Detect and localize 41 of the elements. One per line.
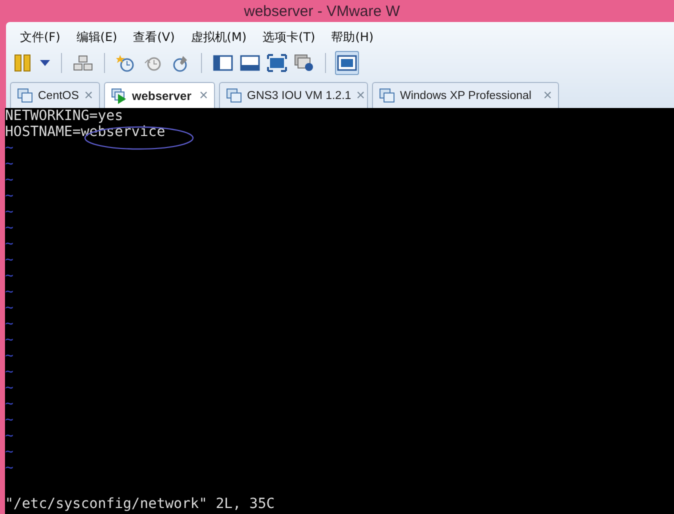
menu-item[interactable]: 编辑(E) <box>68 28 126 46</box>
empty-line-marker: ~ <box>5 444 14 460</box>
menu-item[interactable]: 文件(F) <box>12 28 68 46</box>
empty-line-marker: ~ <box>5 268 14 284</box>
menu-item[interactable]: 虚拟机(M) <box>182 28 255 46</box>
vm-tab[interactable]: CentOS × <box>10 82 100 108</box>
empty-line-marker: ~ <box>5 316 14 332</box>
empty-line-marker: ~ <box>5 300 14 316</box>
empty-line-marker: ~ <box>5 188 14 204</box>
empty-line-marker: ~ <box>5 348 14 364</box>
empty-line-marker: ~ <box>5 236 14 252</box>
config-line: NETWORKING=yes <box>5 108 124 124</box>
console-toolbar-icon[interactable] <box>335 51 359 75</box>
empty-line-marker: ~ <box>5 364 14 380</box>
tab-label: Windows XP Professional <box>400 90 532 102</box>
close-tab-button[interactable]: × <box>199 87 208 104</box>
empty-line-marker: ~ <box>5 204 14 220</box>
empty-line-marker: ~ <box>5 252 14 268</box>
tab-label: CentOS <box>38 90 80 102</box>
menu-item[interactable]: 帮助(H) <box>323 28 382 46</box>
tab-label: webserver <box>132 88 192 102</box>
vm-tab[interactable]: GNS3 IOU VM 1.2.1 × <box>219 82 368 108</box>
empty-line-marker: ~ <box>5 396 14 412</box>
menu-item[interactable]: 选项卡(T) <box>254 28 324 46</box>
empty-line-marker: ~ <box>5 172 14 188</box>
empty-line-marker: ~ <box>5 412 14 428</box>
empty-line-marker: ~ <box>5 140 14 156</box>
empty-line-marker: ~ <box>5 460 14 476</box>
empty-line-marker: ~ <box>5 284 14 300</box>
menu-item[interactable]: 查看(V) <box>125 28 183 46</box>
vm-tab[interactable]: Windows XP Professional × <box>372 82 559 108</box>
window-title: webserver - VMware W <box>244 2 400 20</box>
vm-tab[interactable]: webserver × <box>104 82 215 108</box>
empty-line-marker: ~ <box>5 380 14 396</box>
tab-label: GNS3 IOU VM 1.2.1 <box>247 90 352 102</box>
fullscreen-toolbar-icon[interactable] <box>265 51 289 75</box>
status-message: "/etc/sysconfig/network" 2L, 35C <box>5 496 275 512</box>
empty-line-marker: ~ <box>5 156 14 172</box>
empty-line-marker: ~ <box>5 428 14 444</box>
empty-line-marker: ~ <box>5 220 14 236</box>
empty-line-marker: ~ <box>5 332 14 348</box>
